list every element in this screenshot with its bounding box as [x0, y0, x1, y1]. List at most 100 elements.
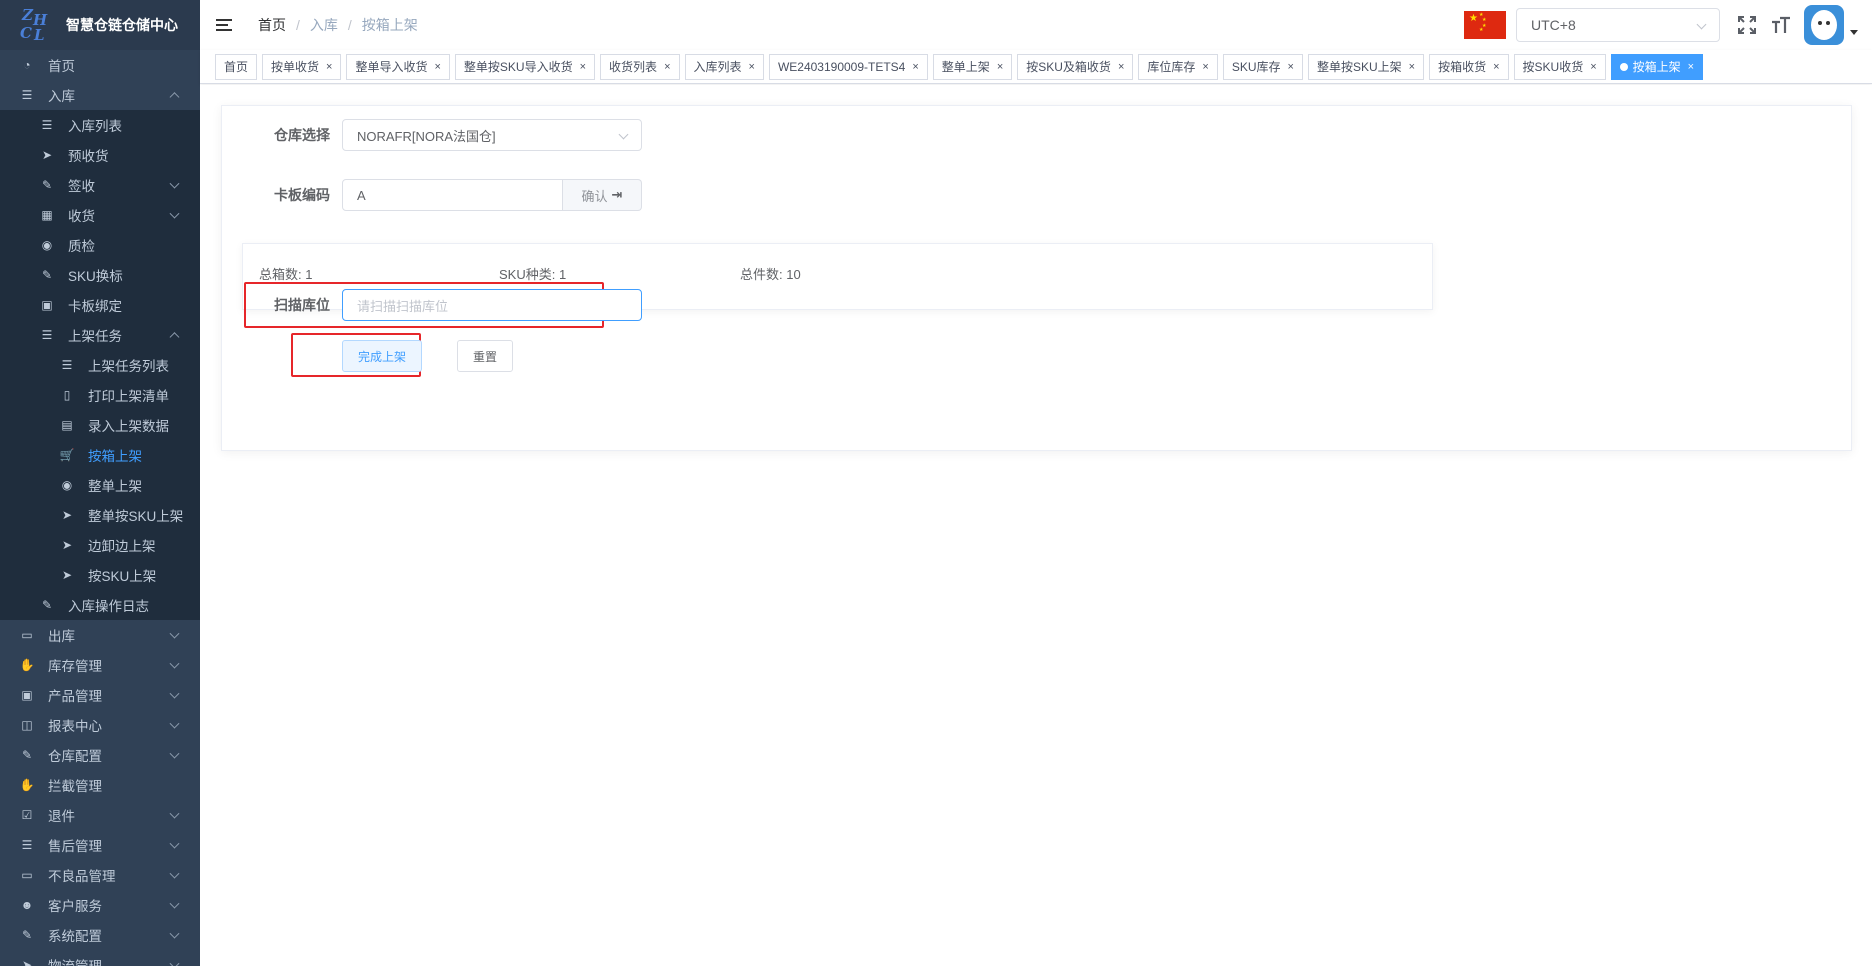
- tag-label: 按箱上架: [1632, 60, 1681, 74]
- sidebar-item-label: 收货: [68, 209, 95, 224]
- sidebar-item-label: 不良品管理: [48, 869, 116, 884]
- tag-10[interactable]: SKU库存 ×: [1222, 53, 1303, 80]
- sidebar-item-26[interactable]: ☰ 售后管理: [0, 830, 200, 860]
- logo[interactable]: Z H C L 智慧仓链仓储中心: [0, 0, 200, 50]
- close-icon[interactable]: ×: [1202, 61, 1208, 73]
- sidebar-item-16[interactable]: ➤ 边卸边上架: [0, 530, 200, 560]
- timezone-select[interactable]: UTC+8: [1516, 8, 1720, 42]
- sidebar-item-7[interactable]: ✎ SKU换标: [0, 260, 200, 290]
- sidebar-item-6[interactable]: ◉ 质检: [0, 230, 200, 260]
- close-icon[interactable]: ×: [1118, 61, 1124, 73]
- briefcase-icon: ▣: [21, 688, 33, 702]
- breadcrumb-inbound[interactable]: 入库: [310, 15, 338, 35]
- close-icon[interactable]: ×: [1688, 61, 1694, 73]
- sidebar-item-28[interactable]: ☻ 客户服务: [0, 890, 200, 920]
- sidebar-item-9[interactable]: ☰ 上架任务: [0, 320, 200, 350]
- sidebar-item-label: 拦截管理: [48, 779, 102, 794]
- sidebar-item-29[interactable]: ✎ 系统配置: [0, 920, 200, 950]
- close-icon[interactable]: ×: [326, 61, 332, 73]
- tag-label: 按SKU收货: [1522, 60, 1584, 74]
- confirm-button[interactable]: 确认 ⇥: [563, 179, 642, 211]
- scan-location-input[interactable]: 请扫描扫描库位: [342, 289, 642, 321]
- china-flag-icon[interactable]: ★ ★ ★ ★ ★: [1464, 11, 1506, 39]
- close-icon[interactable]: ×: [580, 61, 586, 73]
- sidebar-item-5[interactable]: ▦ 收货: [0, 200, 200, 230]
- tag-13[interactable]: 按SKU收货 ×: [1513, 53, 1606, 80]
- warehouse-select[interactable]: NORAFR[NORA法国仓]: [342, 119, 642, 151]
- breadcrumb-home[interactable]: 首页: [258, 15, 286, 35]
- close-icon[interactable]: ×: [664, 61, 670, 73]
- sidebar-item-2[interactable]: ☰ 入库列表: [0, 110, 200, 140]
- total-boxes: 总箱数: 1: [259, 267, 313, 282]
- tag-12[interactable]: 按箱收货 ×: [1429, 53, 1509, 80]
- sidebar-item-27[interactable]: ▭ 不良品管理: [0, 860, 200, 890]
- tag-5[interactable]: 入库列表 ×: [684, 53, 764, 80]
- sidebar-item-8[interactable]: ▣ 卡板绑定: [0, 290, 200, 320]
- sidebar-item-23[interactable]: ✎ 仓库配置: [0, 740, 200, 770]
- caret-down-icon[interactable]: [1850, 29, 1858, 35]
- close-icon[interactable]: ×: [1590, 61, 1596, 73]
- tag-label: 整单上架: [941, 60, 990, 74]
- complete-putaway-button[interactable]: 完成上架: [342, 340, 422, 372]
- tag-label: 整单按SKU上架: [1316, 60, 1402, 74]
- tag-label: 按SKU及箱收货: [1026, 60, 1111, 74]
- tag-6[interactable]: WE2403190009-TETS4 ×: [768, 53, 928, 80]
- sidebar-item-19[interactable]: ▭ 出库: [0, 620, 200, 650]
- close-icon[interactable]: ×: [997, 61, 1003, 73]
- tag-7[interactable]: 整单上架 ×: [932, 53, 1013, 80]
- close-icon[interactable]: ×: [1493, 61, 1499, 73]
- scan-row: 扫描库位 请扫描扫描库位: [242, 289, 642, 321]
- sidebar-item-17[interactable]: ➤ 按SKU上架: [0, 560, 200, 590]
- fullscreen-icon[interactable]: [1736, 14, 1758, 36]
- tag-0[interactable]: 首页: [215, 53, 258, 80]
- list-icon: ☰: [21, 88, 33, 102]
- pallet-input[interactable]: A: [342, 179, 563, 211]
- tag-9[interactable]: 库位库存 ×: [1138, 53, 1218, 80]
- tag-4[interactable]: 收货列表 ×: [600, 53, 680, 80]
- close-icon[interactable]: ×: [912, 61, 918, 73]
- chevron-up-icon: [169, 332, 180, 343]
- edit-icon: ✎: [41, 268, 53, 282]
- close-icon[interactable]: ×: [749, 61, 755, 73]
- close-icon[interactable]: ×: [1409, 61, 1415, 73]
- sidebar-item-30[interactable]: ➤ 物流管理: [0, 950, 200, 966]
- sidebar-item-15[interactable]: ➤ 整单按SKU上架: [0, 500, 200, 530]
- list-icon: ☰: [41, 328, 53, 342]
- sidebar-item-18[interactable]: ✎ 入库操作日志: [0, 590, 200, 620]
- sidebar-item-0[interactable]: ◔ 首页: [0, 50, 200, 80]
- sidebar-item-label: 入库列表: [68, 119, 122, 134]
- sidebar-item-1[interactable]: ☰ 入库: [0, 80, 200, 110]
- reset-button[interactable]: 重置: [457, 340, 513, 372]
- sidebar-item-label: 入库: [48, 89, 75, 104]
- tag-2[interactable]: 整单导入收货 ×: [346, 53, 450, 80]
- sidebar-item-label: 物流管理: [48, 955, 102, 966]
- sidebar-item-20[interactable]: ✋ 库存管理: [0, 650, 200, 680]
- sidebar-item-11[interactable]: ▯ 打印上架清单: [0, 380, 200, 410]
- sidebar-item-22[interactable]: ◫ 报表中心: [0, 710, 200, 740]
- tag-3[interactable]: 整单按SKU导入收货 ×: [454, 53, 596, 80]
- sidebar-item-21[interactable]: ▣ 产品管理: [0, 680, 200, 710]
- tag-11[interactable]: 整单按SKU上架 ×: [1307, 53, 1425, 80]
- tag-8[interactable]: 按SKU及箱收货 ×: [1017, 53, 1134, 80]
- chevron-down-icon: [169, 208, 180, 219]
- sidebar-item-12[interactable]: ▤ 录入上架数据: [0, 410, 200, 440]
- sidebar-item-24[interactable]: ✋ 拦截管理: [0, 770, 200, 800]
- chevron-down-icon: [169, 868, 180, 879]
- sidebar-item-3[interactable]: ➤ 预收货: [0, 140, 200, 170]
- font-size-icon[interactable]: [1770, 14, 1792, 36]
- send-icon: ➤: [41, 148, 53, 162]
- sidebar-item-13[interactable]: 🛒 按箱上架: [0, 440, 200, 470]
- close-icon[interactable]: ×: [1288, 61, 1294, 73]
- sidebar-menu: ◔ 首页 ☰ 入库 ☰ 入库列表 ➤ 预收货 ✎ 签收 ▦ 收货 ◉ 质检 ✎ SKU换标 ▣ 卡板绑定 ☰ 上架任务…: [0, 50, 200, 966]
- sidebar-item-4[interactable]: ✎ 签收: [0, 170, 200, 200]
- edit-icon: ✎: [41, 598, 53, 612]
- hamburger-icon[interactable]: [216, 19, 246, 31]
- avatar[interactable]: [1804, 5, 1844, 45]
- sidebar-item-label: 边卸边上架: [88, 539, 156, 554]
- sidebar-item-25[interactable]: ☑ 退件: [0, 800, 200, 830]
- tag-1[interactable]: 按单收货 ×: [262, 53, 342, 80]
- sidebar-item-14[interactable]: ◉ 整单上架: [0, 470, 200, 500]
- tag-14[interactable]: 按箱上架 ×: [1610, 53, 1704, 80]
- close-icon[interactable]: ×: [434, 61, 440, 73]
- sidebar-item-10[interactable]: ☰ 上架任务列表: [0, 350, 200, 380]
